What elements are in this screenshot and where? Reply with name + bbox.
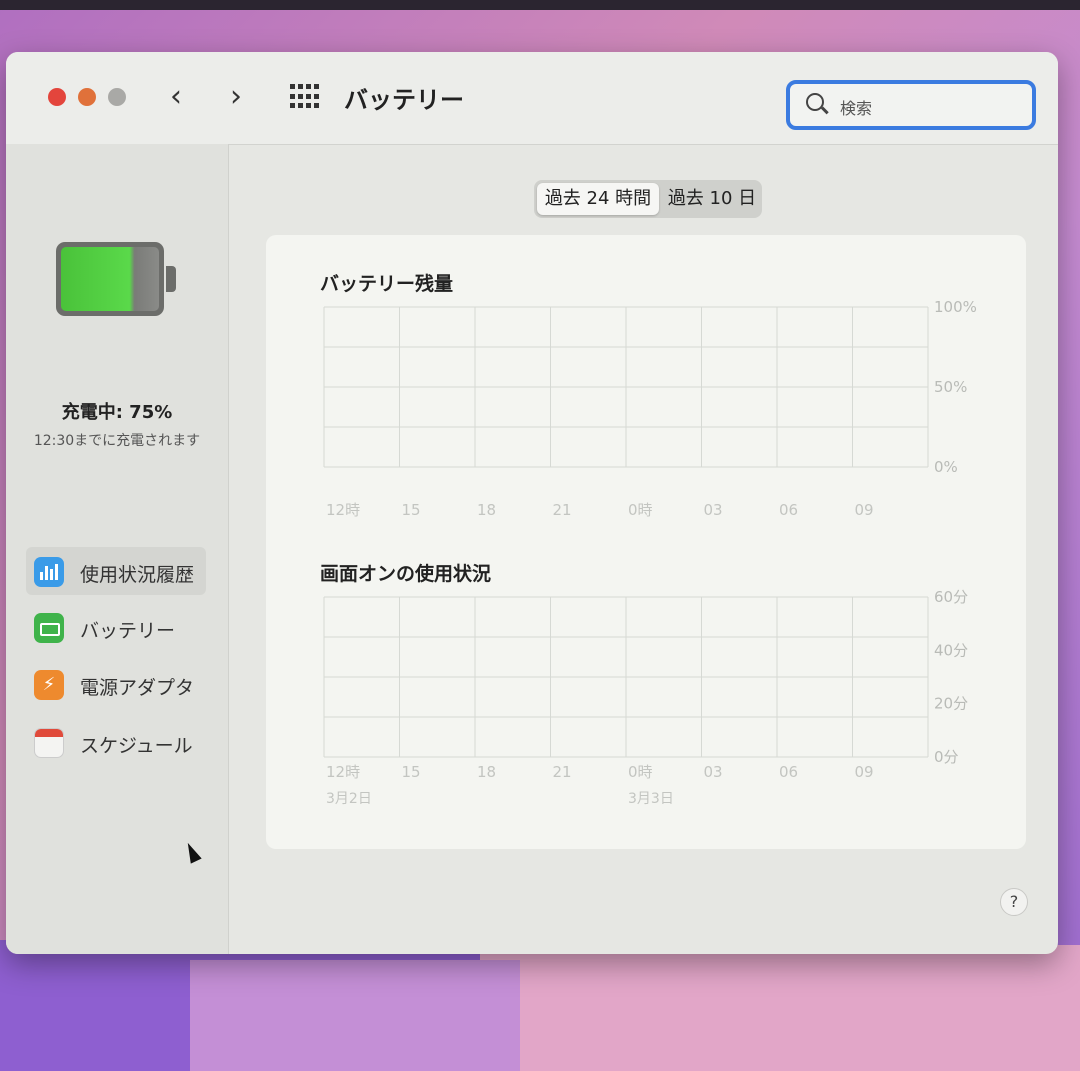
show-all-grid-icon[interactable] bbox=[290, 84, 320, 110]
close-button[interactable] bbox=[48, 88, 66, 106]
battery-status-icon bbox=[56, 242, 178, 316]
back-button[interactable]: ‹ bbox=[170, 78, 182, 116]
chart-x-tick-label: 18 bbox=[477, 501, 496, 519]
charging-status: 充電中: 75% bbox=[61, 402, 173, 423]
chart-y-tick-label: 60分 bbox=[934, 588, 968, 606]
chart-x-tick-label: 21 bbox=[553, 501, 572, 519]
lightning-icon: ⚡ bbox=[34, 670, 64, 700]
window-title: バッテリー bbox=[344, 86, 464, 114]
chart-x-tick-label: 06 bbox=[779, 501, 798, 519]
chart-y-tick-label: 100% bbox=[934, 298, 977, 316]
sidebar-item-label: バッテリー bbox=[80, 620, 176, 642]
sidebar-item-label: 電源アダプタ bbox=[80, 677, 195, 699]
calendar-icon bbox=[34, 728, 64, 758]
chart-x-tick-label: 0時 bbox=[628, 501, 653, 519]
sidebar-item-label: 使用状況履歴 bbox=[80, 564, 195, 586]
chart-y-tick-label: 40分 bbox=[934, 641, 968, 659]
chart-x-tick-label: 18 bbox=[477, 763, 496, 781]
chart-x-tick-label: 09 bbox=[855, 501, 874, 519]
sidebar-item-schedule[interactable]: スケジュール bbox=[26, 718, 206, 766]
minimize-button[interactable] bbox=[78, 88, 96, 106]
sidebar-item-battery[interactable]: バッテリー bbox=[26, 603, 206, 651]
usage-history-panel: バッテリー残量 画面オンの使用状況 100% 50% 0% 12時 15 18 21 0時 03… bbox=[266, 235, 1026, 849]
bar-chart-icon bbox=[34, 557, 64, 587]
wallpaper-shape bbox=[480, 945, 1080, 1071]
sidebar-item-power-adapter[interactable]: ⚡ 電源アダプタ bbox=[26, 660, 206, 708]
title-bar: ‹ › バッテリー 検索 bbox=[6, 52, 1058, 145]
chart-x-tick-label: 12時 bbox=[326, 763, 360, 781]
chart-x-tick-label: 15 bbox=[402, 501, 421, 519]
forward-button[interactable]: › bbox=[230, 78, 242, 116]
sidebar: 充電中: 75% 12:30までに充電されます 使用状況履歴 バッテリー ⚡ 電… bbox=[6, 144, 229, 954]
chart-x-tick-label: 03 bbox=[704, 501, 723, 519]
search-placeholder: 検索 bbox=[840, 99, 873, 118]
chart-y-tick-label: 50% bbox=[934, 378, 967, 396]
screen-top-edge bbox=[0, 0, 1080, 10]
chart-x-tick-label: 12時 bbox=[326, 501, 360, 519]
chart-x-tick-label: 0時 bbox=[628, 763, 653, 781]
search-field[interactable]: 検索 bbox=[786, 80, 1036, 130]
chart-date-label: 3月2日 bbox=[326, 791, 372, 807]
chart-x-tick-label: 15 bbox=[402, 763, 421, 781]
sidebar-item-label: スケジュール bbox=[80, 735, 193, 757]
wallpaper-shape bbox=[190, 960, 520, 1071]
battery-icon bbox=[34, 613, 64, 643]
settings-window: ‹ › バッテリー 検索 充電中: 75% 12:30までに充電されます 使用状… bbox=[6, 52, 1058, 954]
time-range-segmented-control[interactable]: 過去 24 時間 過去 10 日 bbox=[534, 180, 762, 218]
tab-last-10-days[interactable]: 過去 10 日 bbox=[664, 183, 760, 215]
search-icon bbox=[806, 93, 824, 111]
chart-x-tick-label: 03 bbox=[704, 763, 723, 781]
chart-y-tick-label: 0分 bbox=[934, 748, 959, 766]
chart-y-tick-label: 0% bbox=[934, 458, 958, 476]
chart-x-tick-label: 06 bbox=[779, 763, 798, 781]
help-button[interactable]: ? bbox=[1000, 888, 1028, 916]
chart-date-label: 3月3日 bbox=[628, 791, 674, 807]
chart-x-tick-label: 21 bbox=[553, 763, 572, 781]
zoom-button[interactable] bbox=[108, 88, 126, 106]
chart-y-tick-label: 20分 bbox=[934, 695, 968, 713]
tab-last-24-hours[interactable]: 過去 24 時間 bbox=[537, 183, 659, 215]
charging-detail: 12:30までに充電されます bbox=[33, 433, 201, 449]
usage-charts: 100% 50% 0% 12時 15 18 21 0時 03 06 09 60分 40分 20分 0分 12時… bbox=[323, 298, 977, 807]
chart-x-tick-label: 09 bbox=[855, 763, 874, 781]
sidebar-item-usage-history[interactable]: 使用状況履歴 bbox=[26, 547, 206, 595]
